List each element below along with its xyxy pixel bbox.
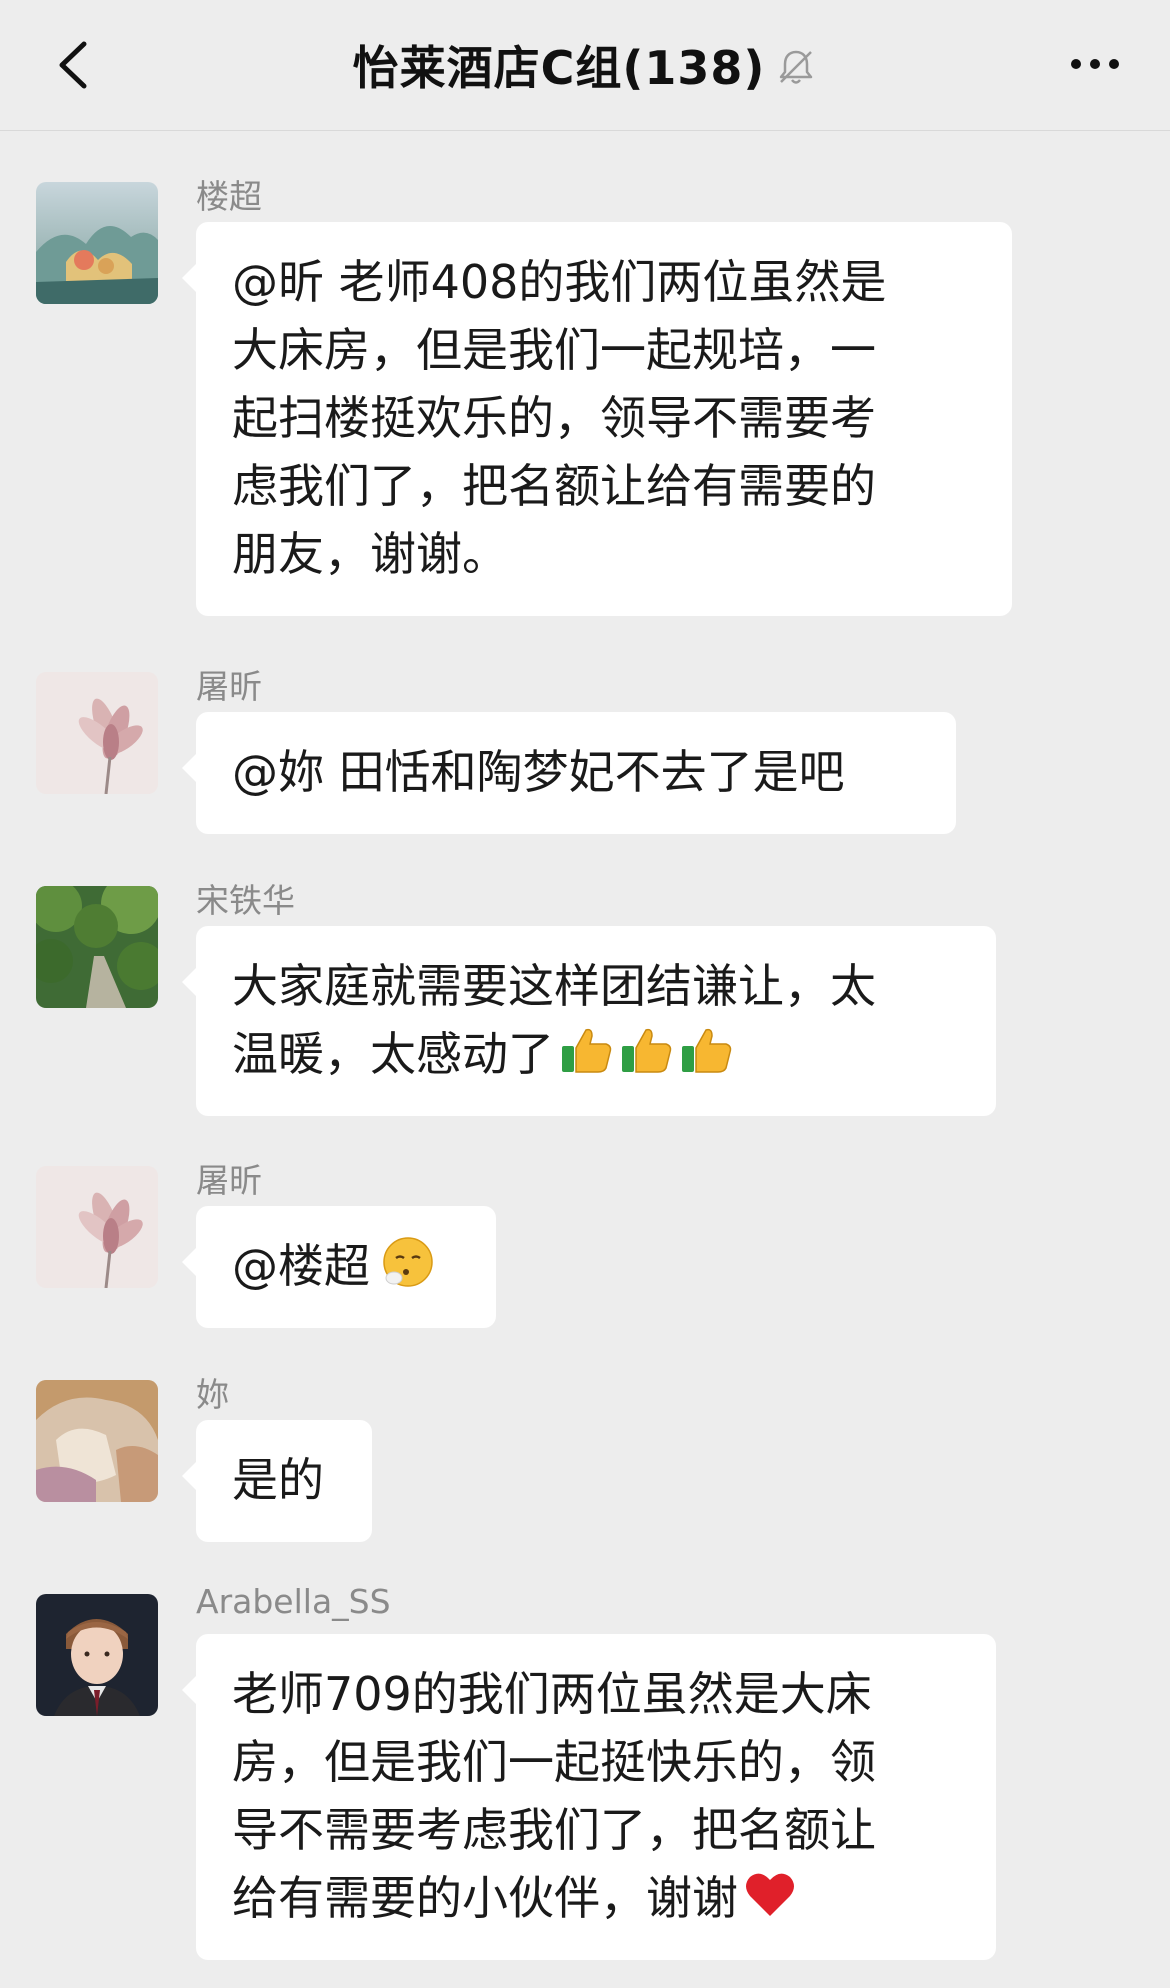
sender-name: 宋铁华 [196, 881, 295, 920]
message-line: 起扫楼挺欢乐的，领导不需要考 [232, 391, 876, 445]
message-line: 大床房，但是我们一起规培，一 [232, 323, 876, 377]
message-line: 导不需要考虑我们了，把名额让 [232, 1803, 876, 1857]
avatar[interactable] [36, 1380, 158, 1502]
message-line: 大家庭就需要这样团结谦让，太 [232, 959, 876, 1013]
anime-character-avatar [36, 1380, 158, 1502]
forest-path-avatar [36, 886, 158, 1008]
message-bubble[interactable]: @妳 田恬和陶梦妃不去了是吧 [182, 712, 956, 834]
thumbs-up-icon [678, 1022, 734, 1078]
dot [1071, 59, 1081, 69]
message-line: @楼超 [232, 1232, 456, 1300]
sender-name: 楼超 [196, 177, 262, 216]
dot [1090, 59, 1100, 69]
avatar[interactable] [36, 1166, 158, 1288]
message-line: 朋友，谢谢。 [232, 527, 508, 581]
message-text: 温暖，太感动了 [232, 1027, 554, 1081]
message-bubble[interactable]: 老师709的我们两位虽然是大床 房，但是我们一起挺快乐的，领 导不需要考虑我们了… [182, 1634, 996, 1960]
avatar[interactable] [36, 672, 158, 794]
sender-name: 妳 [196, 1375, 229, 1414]
thumbs-up-icon [558, 1022, 614, 1078]
message-line: @昕 老师408的我们两位虽然是 [232, 255, 887, 309]
message-bubble[interactable]: 是的 [182, 1420, 372, 1542]
chat-header: 怡莱酒店C组(138) [0, 0, 1170, 131]
more-button[interactable] [1060, 34, 1130, 94]
lotus-flower-avatar [36, 1166, 158, 1288]
message-line: 虑我们了，把名额让给有需要的 [232, 459, 876, 513]
thumbs-up-icon [618, 1022, 674, 1078]
message-line: 是的 [232, 1453, 324, 1507]
message-line: 给有需要的小伙伴，谢谢 [232, 1864, 956, 1932]
dot [1109, 59, 1119, 69]
avatar[interactable] [36, 886, 158, 1008]
boy-portrait-avatar [36, 1594, 158, 1716]
sender-name: Arabella_SS [196, 1582, 391, 1621]
message-bubble[interactable]: @昕 老师408的我们两位虽然是 大床房，但是我们一起规培，一 起扫楼挺欢乐的，… [182, 222, 1012, 616]
sighing-face-icon [380, 1234, 436, 1290]
landscape-painting-avatar [36, 182, 158, 304]
title-area: 怡莱酒店C组(138) [0, 28, 1170, 102]
chat-title: 怡莱酒店C组(138) [352, 41, 766, 95]
message-line: 老师709的我们两位虽然是大床 [232, 1667, 872, 1721]
red-heart-icon [742, 1866, 798, 1922]
message-bubble[interactable]: @楼超 [182, 1206, 496, 1328]
sender-name: 屠昕 [196, 667, 262, 706]
message-bubble[interactable]: 大家庭就需要这样团结谦让，太 温暖，太感动了 [182, 926, 996, 1116]
message-line: @妳 田恬和陶梦妃不去了是吧 [232, 745, 845, 799]
bell-off-icon [780, 50, 813, 84]
message-text: @楼超 [232, 1239, 370, 1293]
avatar[interactable] [36, 1594, 158, 1716]
avatar[interactable] [36, 182, 158, 304]
message-text: 给有需要的小伙伴，谢谢 [232, 1871, 738, 1925]
sender-name: 屠昕 [196, 1161, 262, 1200]
message-line: 房，但是我们一起挺快乐的，领 [232, 1735, 876, 1789]
lotus-flower-avatar [36, 672, 158, 794]
message-line: 温暖，太感动了 [232, 1020, 956, 1088]
